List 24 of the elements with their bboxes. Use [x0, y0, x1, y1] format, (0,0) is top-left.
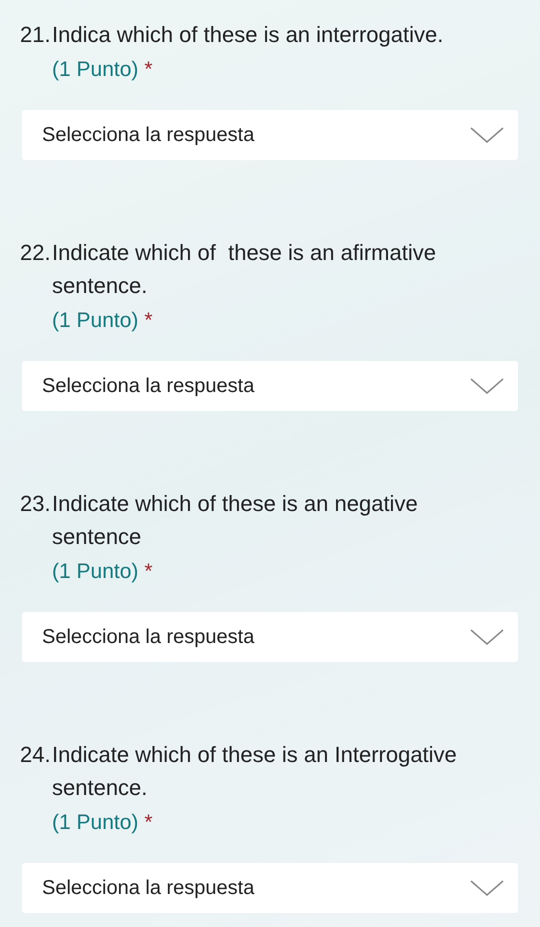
required-mark: *: [144, 810, 153, 836]
required-mark: *: [144, 308, 153, 334]
points-label: (1 Punto): [52, 57, 138, 83]
question-text: Indicate which of these is an negative sentence: [52, 490, 419, 551]
question-text: Indicate which of these is an Interrogative sentence.: [52, 741, 458, 802]
required-mark: *: [144, 57, 153, 83]
answer-dropdown[interactable]: Selecciona la respuesta: [22, 612, 518, 662]
points-label: (1 Punto): [52, 559, 138, 585]
chevron-down-icon: [470, 378, 504, 394]
answer-dropdown[interactable]: Selecciona la respuesta: [22, 863, 518, 913]
required-mark: *: [144, 559, 153, 585]
chevron-down-icon: [470, 629, 504, 645]
points-label: (1 Punto): [52, 308, 138, 334]
question-number: 23.: [20, 490, 52, 518]
answer-dropdown[interactable]: Selecciona la respuesta: [22, 361, 518, 411]
chevron-down-icon: [470, 127, 504, 143]
points-label: (1 Punto): [52, 810, 138, 836]
answer-dropdown[interactable]: Selecciona la respuesta: [22, 110, 518, 160]
question-number: 21.: [20, 21, 52, 49]
question-text: Indica which of these is an interrogative.: [52, 21, 444, 49]
question-number: 22.: [20, 239, 52, 267]
question-text: Indicate which of these is an afirmative sentence.: [52, 239, 437, 300]
chevron-down-icon: [470, 880, 504, 896]
question-number: 24.: [20, 741, 52, 769]
